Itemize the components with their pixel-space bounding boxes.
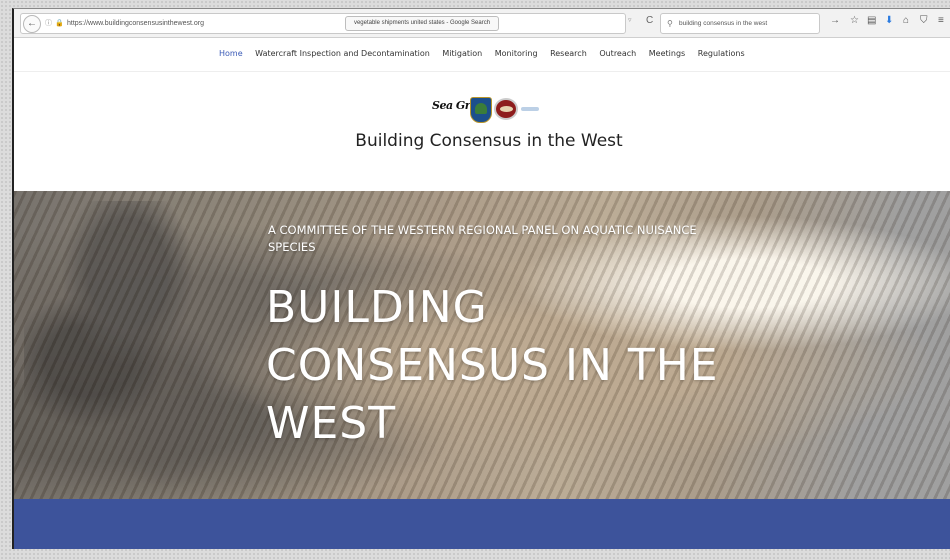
back-arrow-icon[interactable]: ← xyxy=(23,15,41,33)
browser-toolbar: ← ⓘ 🔒 https://www.buildingconsensusinthe… xyxy=(14,9,950,38)
info-icon[interactable]: ⓘ xyxy=(45,14,52,33)
usfws-logo xyxy=(470,97,492,123)
nav-item-research[interactable]: Research xyxy=(550,49,587,58)
url-bar[interactable]: ← ⓘ 🔒 https://www.buildingconsensusinthe… xyxy=(20,13,626,34)
forward-arrow-icon[interactable]: → xyxy=(830,15,840,26)
search-input[interactable]: ⚲ building consensus in the west xyxy=(660,13,820,34)
clipboard-icon[interactable]: ▤ xyxy=(867,15,876,26)
small-logo xyxy=(521,107,539,111)
url-text[interactable]: https://www.buildingconsensusinthewest.o… xyxy=(67,14,204,33)
search-text[interactable]: building consensus in the west xyxy=(679,14,767,33)
hero-title: BUILDING CONSENSUS IN THE WEST xyxy=(266,282,719,449)
hero-banner: A COMMITTEE OF THE WESTERN REGIONAL PANE… xyxy=(14,191,950,499)
lock-icon: 🔒 xyxy=(55,20,64,27)
reload-icon[interactable]: C xyxy=(646,15,653,26)
download-icon[interactable]: ⬇ xyxy=(885,15,893,26)
nav-item-mitigation[interactable]: Mitigation xyxy=(442,49,482,58)
nav-item-monitoring[interactable]: Monitoring xyxy=(495,49,538,58)
site-navigation: Home Watercraft Inspection and Decontami… xyxy=(14,37,950,72)
nav-item-meetings[interactable]: Meetings xyxy=(649,49,685,58)
suggestion-tab[interactable]: vegetable shipments united states - Goog… xyxy=(345,16,499,31)
nav-item-home[interactable]: Home xyxy=(219,49,243,58)
nav-item-watercraft[interactable]: Watercraft Inspection and Decontaminatio… xyxy=(255,49,430,58)
site-title[interactable]: Building Consensus in the West xyxy=(354,130,624,152)
search-icon: ⚲ xyxy=(667,19,673,28)
hero-subtitle: A COMMITTEE OF THE WESTERN REGIONAL PANE… xyxy=(268,223,697,254)
nav-item-regulations[interactable]: Regulations xyxy=(698,49,745,58)
nav-item-outreach[interactable]: Outreach xyxy=(599,49,636,58)
partner-logos[interactable]: Sea Grant xyxy=(432,97,542,123)
menu-icon[interactable]: ≡ xyxy=(938,15,944,26)
fish-logo xyxy=(494,98,518,120)
blue-footer-band xyxy=(14,499,950,549)
star-icon[interactable]: ☆ xyxy=(850,15,859,26)
chevron-down-icon[interactable]: ▿ xyxy=(628,16,632,24)
shield-icon[interactable]: ⛉ xyxy=(920,15,928,26)
browser-window: ← ⓘ 🔒 https://www.buildingconsensusinthe… xyxy=(12,8,950,549)
home-icon[interactable]: ⌂ xyxy=(903,15,909,26)
